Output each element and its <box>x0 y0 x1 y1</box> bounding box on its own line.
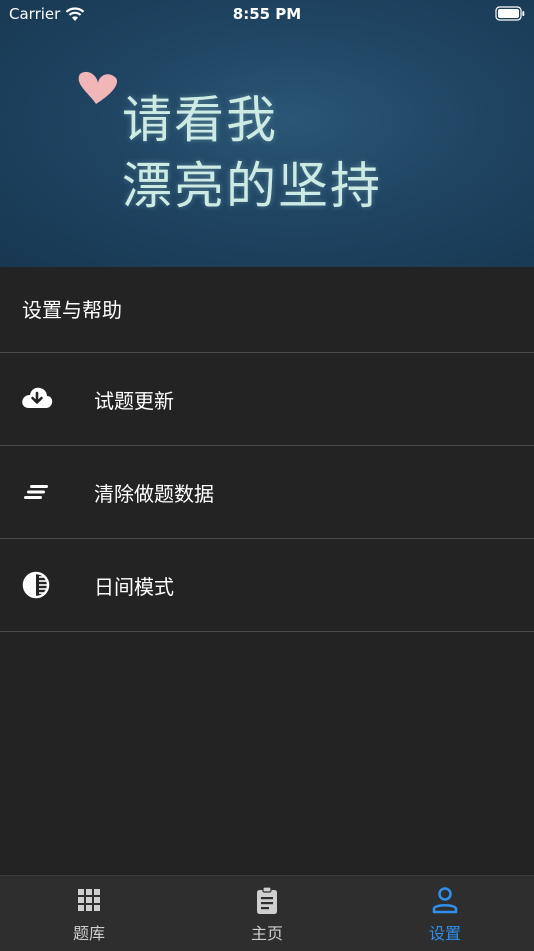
menu-item-label: 日间模式 <box>94 575 174 599</box>
header-banner-image: 请看我 漂亮的坚持 <box>0 0 534 267</box>
tab-label: 设置 <box>428 924 461 943</box>
status-bar: Carrier 8:55 PM <box>0 0 534 28</box>
clock: 8:55 PM <box>232 5 302 23</box>
tab-settings[interactable]: 设置 <box>356 876 534 951</box>
tab-label: 题库 <box>72 924 105 943</box>
banner-text-line2: 漂亮的坚持 <box>122 157 382 215</box>
menu-item-question-update[interactable]: 试题更新 <box>0 353 534 446</box>
bottom-tab-bar: 题库 主页 设置 <box>0 875 534 951</box>
clear-lines-icon <box>24 485 48 499</box>
section-title: 设置与帮助 <box>22 298 122 322</box>
tab-question-bank[interactable]: 题库 <box>0 876 178 951</box>
menu-item-clear-data[interactable]: 清除做题数据 <box>0 446 534 539</box>
battery-icon <box>495 6 525 21</box>
menu-item-label: 清除做题数据 <box>94 482 214 506</box>
settings-section-header: 设置与帮助 <box>0 267 534 353</box>
clipboard-icon <box>257 886 277 914</box>
banner-text-line1: 请看我 <box>122 91 278 149</box>
cloud-download-icon <box>22 387 53 408</box>
menu-item-day-mode[interactable]: 日间模式 <box>0 539 534 632</box>
tab-home[interactable]: 主页 <box>178 876 356 951</box>
tab-label: 主页 <box>250 924 283 943</box>
heart-icon <box>78 71 118 104</box>
user-icon <box>432 887 458 914</box>
contrast-icon <box>22 571 50 599</box>
menu-item-label: 试题更新 <box>94 389 174 413</box>
grid-icon <box>78 889 100 911</box>
